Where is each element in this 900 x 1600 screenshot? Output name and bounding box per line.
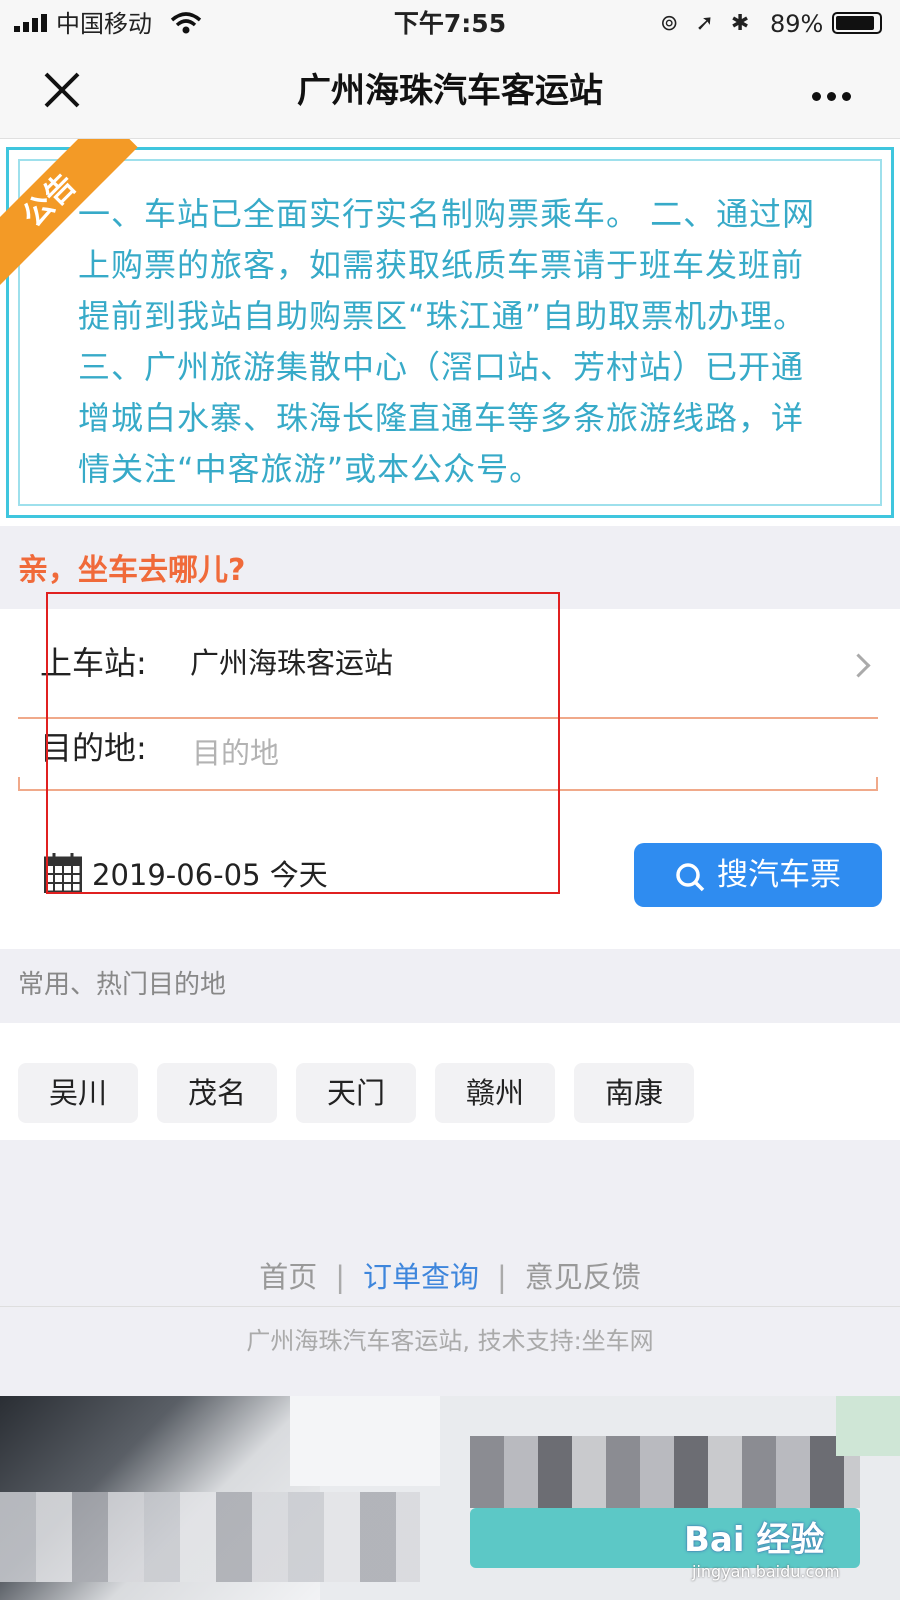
banner-mosaic [290,1396,440,1486]
footer-link-orders[interactable]: 订单查询 [363,1260,479,1294]
destination-tag[interactable]: 天门 [296,1063,416,1123]
annotation-highlight-box [46,592,560,894]
status-bar: 中国移动 下午7:55 ⊚ ➚ ✱ 89% [0,0,900,48]
search-prompt: 亲，坐车去哪儿? [18,553,246,588]
underline-tick-left [18,777,20,791]
footer-divider [0,1306,900,1307]
notice-text: 一、车站已全面实行实名制购票乘车。 二、通过网上购票的旅客，如需获取纸质车票请于… [78,195,816,488]
footer-link-feedback[interactable]: 意见反馈 [525,1260,641,1294]
destination-tag[interactable]: 南康 [574,1063,694,1123]
watermark-logo: Bai 经验 [684,1520,825,1560]
banner-mosaic-corner [836,1396,900,1456]
battery-fill [836,16,874,30]
destination-tag[interactable]: 茂名 [157,1063,277,1123]
underline-tick-right [876,777,878,791]
baidu-jingyan-watermark: Bai 经验 jingyan.baidu.com [684,1520,894,1590]
search-button-label: 搜汽车票 [717,857,841,893]
footer-link-home[interactable]: 首页 [259,1260,317,1294]
banner-mosaic-text [470,1436,860,1508]
footer-separator: | [335,1260,345,1294]
bluetooth-icon: ✱ [730,11,750,36]
common-destinations-title: 常用、热门目的地 [18,970,227,1000]
more-options-icon[interactable] [812,86,857,105]
footer-credits: 广州海珠汽车客运站, 技术支持:坐车网 [246,1327,654,1355]
battery-icon [832,12,882,34]
search-icon [676,862,705,891]
destination-tag[interactable]: 赣州 [435,1063,555,1123]
watermark-url: jingyan.baidu.com [692,1562,840,1581]
location-arrow-icon: ➚ [695,11,714,36]
page-title: 广州海珠汽车客运站 [297,71,603,111]
banner-mosaic-caption [0,1492,420,1582]
clock-time: 下午7:55 [393,9,507,38]
chevron-right-icon [846,653,871,678]
destination-tags: 吴川 茂名 天门 赣州 南康 [0,1023,900,1140]
footer-nav: 首页 | 订单查询 | 意见反馈 [0,1255,900,1299]
close-icon[interactable] [40,68,84,112]
status-icons: ⊚ ➚ ✱ [660,8,749,40]
footer-separator: | [497,1260,507,1294]
battery-percentage: 89% [770,10,824,38]
nav-bar: 广州海珠汽车客运站 [0,48,900,139]
notice-panel: 公告 一、车站已全面实行实名制购票乘车。 二、通过网上购票的旅客，如需获取纸质车… [0,139,900,526]
destination-tag[interactable]: 吴川 [18,1063,138,1123]
common-destinations-header: 常用、热门目的地 [0,949,900,1023]
orientation-lock-icon: ⊚ [660,11,679,36]
search-bus-ticket-button[interactable]: 搜汽车票 [634,843,882,907]
